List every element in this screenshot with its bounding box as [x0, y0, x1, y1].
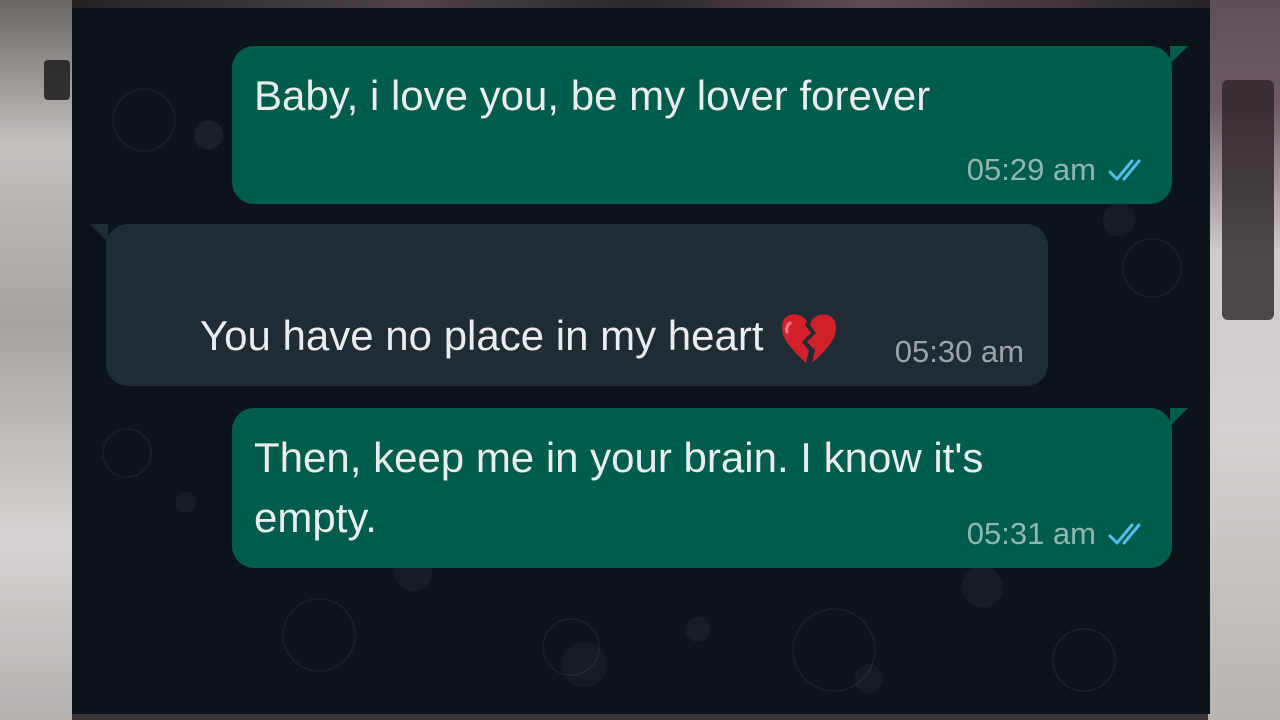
double-check-read-icon [1108, 159, 1141, 181]
message-timestamp: 05:31 am [966, 516, 1096, 551]
bubble-tail [1170, 408, 1188, 426]
message-timestamp: 05:29 am [966, 152, 1096, 187]
message-meta: 05:29 am [967, 152, 1150, 188]
broken-heart-icon [781, 314, 836, 363]
message-text: You have no place in my heart [130, 246, 840, 427]
message-text: Baby, i love you, be my lover forever [254, 72, 931, 119]
message-meta: 05:30 am [895, 334, 1024, 370]
bubble-tail [1170, 46, 1188, 64]
outgoing-message-bubble[interactable]: Then, keep me in your brain. I know it's… [232, 408, 1188, 568]
bubble-tail [90, 224, 108, 242]
incoming-message-bubble[interactable]: You have no place in my heart 05:30 am [90, 224, 1048, 386]
outgoing-message-bubble[interactable]: Baby, i love you, be my lover forever 05… [232, 46, 1188, 204]
chat-conversation-panel[interactable]: Baby, i love you, be my lover forever 05… [72, 8, 1210, 714]
wallpaper-doodle [1122, 238, 1182, 298]
background-right-edge [1208, 0, 1280, 720]
background-object [1222, 80, 1274, 320]
message-meta: 05:31 am [967, 516, 1150, 552]
wallpaper-doodle [102, 428, 152, 478]
message-timestamp: 05:30 am [894, 334, 1024, 369]
double-check-read-icon [1108, 523, 1141, 545]
wallpaper-doodle [1052, 628, 1116, 692]
background-left-edge [0, 0, 72, 720]
wallpaper-doodle [282, 598, 356, 672]
message-text: Then, keep me in your brain. I know it's… [254, 434, 984, 541]
message-text-content: You have no place in my heart [200, 312, 764, 359]
wallpaper-doodle [112, 88, 176, 152]
wallpaper-doodle [792, 608, 876, 692]
background-top-edge [72, 0, 1210, 8]
wallpaper-doodle [542, 618, 600, 676]
background-object [44, 60, 70, 100]
